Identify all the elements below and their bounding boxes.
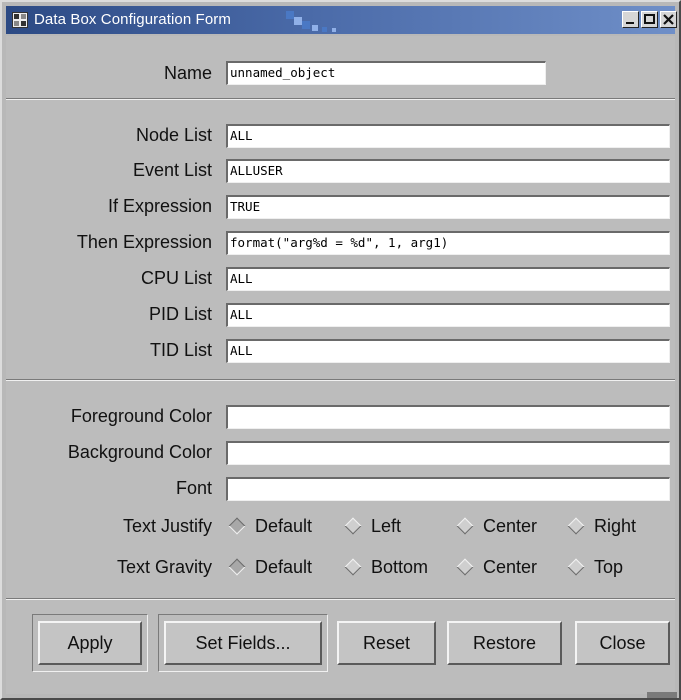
font-field[interactable] bbox=[226, 477, 670, 501]
app-menu-icon[interactable] bbox=[12, 12, 28, 28]
separator bbox=[6, 379, 675, 381]
cpu-list-field[interactable]: ALL bbox=[226, 267, 670, 291]
radio-selected-icon bbox=[228, 558, 246, 576]
event-list-label: Event List bbox=[132, 160, 212, 180]
resize-grip[interactable] bbox=[647, 692, 677, 698]
data-box-configuration-window: Data Box Configuration Form Name unnamed… bbox=[0, 0, 681, 700]
reset-button[interactable]: Reset bbox=[337, 621, 436, 665]
cpu-list-label: CPU List bbox=[140, 268, 212, 288]
radio-unselected-icon bbox=[344, 558, 362, 576]
background-color-label: Background Color bbox=[67, 442, 212, 462]
font-label: Font bbox=[175, 478, 212, 498]
pid-list-label: PID List bbox=[148, 304, 212, 324]
name-label: Name bbox=[163, 63, 212, 83]
event-list-field[interactable]: ALLUSER bbox=[226, 159, 670, 183]
name-field[interactable]: unnamed_object bbox=[226, 61, 546, 85]
radio-selected-icon bbox=[228, 517, 246, 535]
form-body: Name unnamed_object Node List ALL Event … bbox=[6, 36, 675, 694]
radio-unselected-icon bbox=[567, 558, 585, 576]
if-expression-label: If Expression bbox=[107, 196, 212, 216]
set-fields-button[interactable]: Set Fields... bbox=[164, 621, 322, 665]
radio-unselected-icon bbox=[567, 517, 585, 535]
separator bbox=[6, 98, 675, 100]
maximize-button[interactable] bbox=[641, 11, 658, 28]
then-expression-label: Then Expression bbox=[76, 232, 212, 252]
tid-list-field[interactable]: ALL bbox=[226, 339, 670, 363]
node-list-label: Node List bbox=[135, 125, 212, 145]
radio-unselected-icon bbox=[456, 558, 474, 576]
minimize-button[interactable] bbox=[622, 11, 639, 28]
window-title: Data Box Configuration Form bbox=[34, 11, 231, 28]
text-gravity-label: Text Gravity bbox=[116, 557, 212, 577]
window-decoration-icon bbox=[284, 9, 344, 37]
tid-list-label: TID List bbox=[149, 340, 212, 360]
title-bar[interactable]: Data Box Configuration Form bbox=[6, 6, 677, 37]
radio-unselected-icon bbox=[456, 517, 474, 535]
close-button[interactable]: Close bbox=[575, 621, 670, 665]
foreground-color-field[interactable] bbox=[226, 405, 670, 429]
close-window-button[interactable] bbox=[660, 11, 677, 28]
text-justify-label: Text Justify bbox=[122, 516, 212, 536]
if-expression-field[interactable]: TRUE bbox=[226, 195, 670, 219]
pid-list-field[interactable]: ALL bbox=[226, 303, 670, 327]
separator bbox=[6, 598, 675, 600]
then-expression-field[interactable]: format("arg%d = %d", 1, arg1) bbox=[226, 231, 670, 255]
apply-button[interactable]: Apply bbox=[38, 621, 142, 665]
background-color-field[interactable] bbox=[226, 441, 670, 465]
foreground-color-label: Foreground Color bbox=[70, 406, 212, 426]
radio-unselected-icon bbox=[344, 517, 362, 535]
restore-button[interactable]: Restore bbox=[447, 621, 562, 665]
node-list-field[interactable]: ALL bbox=[226, 124, 670, 148]
